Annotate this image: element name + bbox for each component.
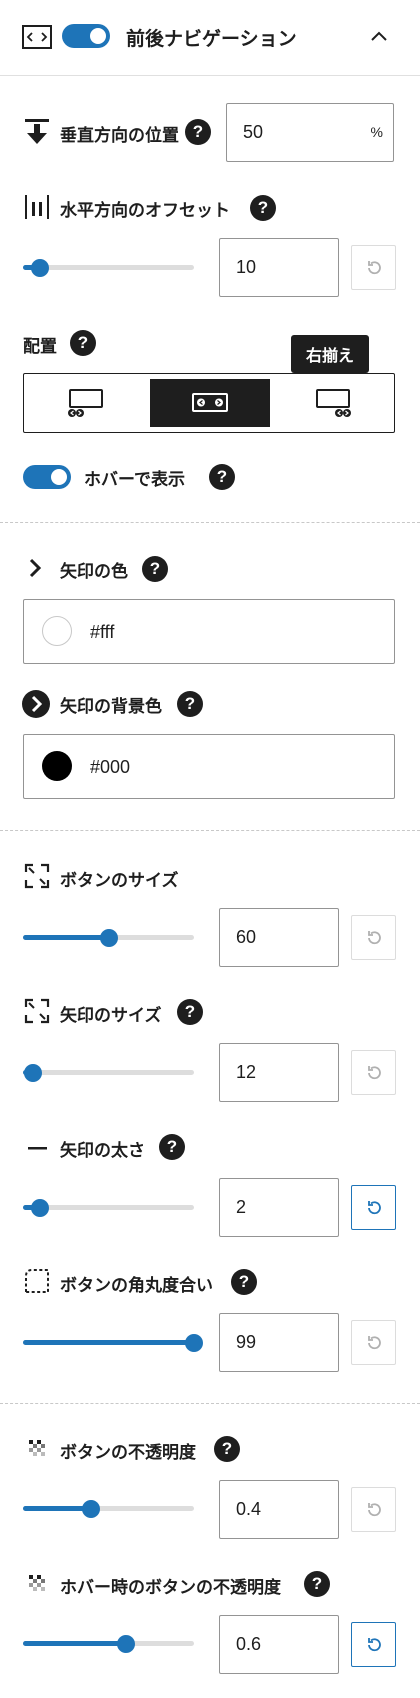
button-size-slider[interactable] [23,928,194,947]
hover-button-opacity-input[interactable]: 0.6 [219,1615,339,1674]
arrow-size-slider[interactable] [23,1063,194,1082]
hover-button-opacity-label: ホバー時のボタンの不透明度 [60,1578,281,1598]
arrow-bg-color-label: 矢印の背景色 [60,697,162,717]
vertical-position-input[interactable]: 50 % [226,103,394,162]
hover-button-opacity-slider[interactable] [23,1634,194,1653]
arrow-bg-color-value: #000 [90,757,131,777]
arrow-background-icon [22,690,50,722]
opacity-icon [29,1440,45,1460]
hover-display-label: ホバーで表示 [84,470,185,490]
help-icon[interactable]: ? [142,556,168,582]
corner-radius-slider[interactable] [23,1333,203,1352]
arrow-weight-slider[interactable] [23,1198,194,1217]
arrow-weight-label: 矢印の太さ [60,1141,145,1161]
button-size-label: ボタンのサイズ [60,871,179,891]
help-icon[interactable]: ? [70,330,96,356]
reset-button[interactable] [351,1487,396,1532]
panel-enable-toggle[interactable] [62,24,110,48]
horizontal-offset-value: 10 [236,257,257,277]
arrow-size-value: 12 [236,1062,257,1082]
alignment-tooltip: 右揃え [291,335,369,373]
fullscreen-icon [24,998,50,1028]
reset-button[interactable] [351,1050,396,1095]
help-icon[interactable]: ? [209,464,235,490]
navigation-arrows-icon [22,25,52,53]
chevron-up-icon[interactable] [370,28,388,47]
horizontal-offset-icon [24,194,50,224]
button-opacity-slider[interactable] [23,1499,194,1518]
help-icon[interactable]: ? [231,1269,257,1295]
help-icon[interactable]: ? [177,999,203,1025]
help-icon[interactable]: ? [250,195,276,221]
hover-button-opacity-value: 0.6 [236,1634,262,1654]
align-right-icon [316,389,351,417]
panel-header[interactable]: 前後ナビゲーション [0,0,420,76]
fullscreen-icon [24,863,50,893]
arrow-color-field[interactable]: #fff [23,599,395,664]
help-icon[interactable]: ? [177,691,203,717]
corner-radius-label: ボタンの角丸度合い [60,1276,213,1296]
opacity-icon [29,1575,45,1595]
arrow-chevron-icon [27,557,43,583]
reset-button[interactable] [351,915,396,960]
arrow-color-label: 矢印の色 [60,562,128,582]
alignment-button-group [23,373,395,433]
help-icon[interactable]: ? [304,1571,330,1597]
reset-button[interactable] [351,245,396,290]
align-left-button[interactable] [24,374,148,432]
horizontal-offset-input[interactable]: 10 [219,238,339,297]
align-right-button[interactable] [272,374,394,432]
line-weight-icon [28,1137,48,1156]
panel-title: 前後ナビゲーション [126,28,297,50]
arrow-size-input[interactable]: 12 [219,1043,339,1102]
button-opacity-input[interactable]: 0.4 [219,1480,339,1539]
section-divider [0,1403,420,1404]
color-swatch[interactable] [42,616,72,646]
vertical-position-unit: % [370,124,383,140]
corner-radius-input[interactable]: 99 [219,1313,339,1372]
section-divider [0,522,420,523]
arrow-size-label: 矢印のサイズ [60,1006,162,1026]
vertical-position-label: 垂直方向の位置 [60,126,179,146]
align-left-icon [68,389,103,417]
align-center-icon [192,393,228,412]
help-icon[interactable]: ? [159,1134,185,1160]
help-icon[interactable]: ? [214,1436,240,1462]
reset-button[interactable] [351,1622,396,1667]
color-swatch[interactable] [42,751,72,781]
horizontal-offset-label: 水平方向のオフセット [60,201,230,221]
button-size-value: 60 [236,927,257,947]
corner-radius-value: 99 [236,1332,257,1352]
alignment-tooltip-text: 右揃え [305,346,354,365]
section-divider [0,830,420,831]
arrow-weight-input[interactable]: 2 [219,1178,339,1237]
help-icon[interactable]: ? [185,119,211,145]
horizontal-offset-slider[interactable] [23,258,194,277]
hover-display-toggle[interactable] [23,465,71,489]
reset-button[interactable] [351,1185,396,1230]
button-size-input[interactable]: 60 [219,908,339,967]
corner-radius-icon [24,1268,50,1298]
button-opacity-label: ボタンの不透明度 [60,1443,196,1463]
reset-button[interactable] [351,1320,396,1365]
arrow-color-value: #fff [90,622,115,642]
button-opacity-value: 0.4 [236,1499,262,1519]
arrow-weight-value: 2 [236,1197,247,1217]
vertical-position-icon [24,118,50,150]
align-center-button[interactable] [150,379,270,427]
arrow-bg-color-field[interactable]: #000 [23,734,395,799]
vertical-position-value: 50 [243,122,264,142]
alignment-label: 配置 [23,337,57,357]
